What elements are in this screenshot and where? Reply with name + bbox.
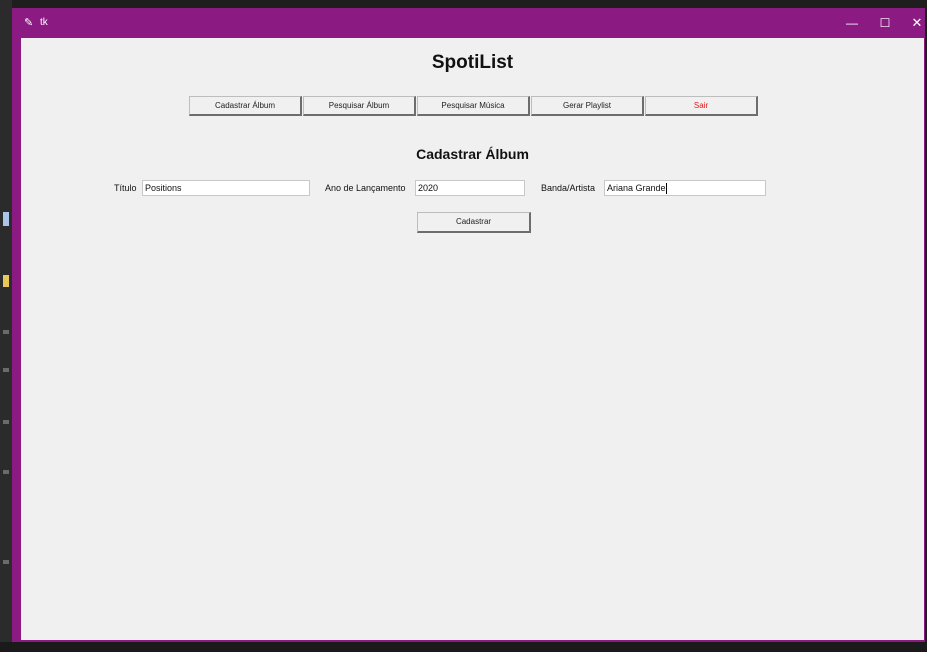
album-form-fields: Título Positions Ano de Lançamento 2020 … [21,180,924,198]
ano-lancamento-value: 2020 [418,183,439,193]
nav-pesquisar-album-button[interactable]: Pesquisar Álbum [303,96,416,116]
title-bar[interactable]: ✎ tk — ☐ ✕ [12,8,925,38]
app-window: ✎ tk — ☐ ✕ SpotiList Cadastrar Álbum Pes… [12,8,925,642]
desktop-icon [3,275,9,287]
cadastrar-button[interactable]: Cadastrar [417,212,531,233]
nav-gerar-playlist-button[interactable]: Gerar Playlist [531,96,644,116]
desktop-icon [3,560,9,564]
desktop-background-strip [0,0,12,652]
close-button[interactable]: ✕ [902,14,927,32]
titulo-label: Título [114,183,137,193]
ano-lancamento-input[interactable]: 2020 [415,180,525,196]
app-title: SpotiList [431,52,514,73]
ano-lancamento-label: Ano de Lançamento [325,183,406,193]
window-title: tk [40,17,48,28]
titulo-value: Positions [145,183,182,193]
desktop-bottom-edge [0,642,927,652]
minimize-button[interactable]: — [837,14,867,32]
nav-sair-button[interactable]: Sair [645,96,758,116]
feather-icon: ✎ [24,17,34,29]
nav-bar: Cadastrar Álbum Pesquisar Álbum Pesquisa… [189,96,759,118]
desktop-icon [3,420,9,424]
banda-artista-input[interactable]: Ariana Grande [604,180,766,196]
desktop-icon [3,368,9,372]
desktop-icon [3,330,9,334]
text-caret [665,183,667,195]
desktop-icon [3,212,9,226]
nav-cadastrar-album-button[interactable]: Cadastrar Álbum [189,96,302,116]
titulo-input[interactable]: Positions [142,180,310,196]
nav-pesquisar-musica-button[interactable]: Pesquisar Música [417,96,530,116]
desktop-icon [3,470,9,474]
banda-artista-label: Banda/Artista [541,183,596,193]
maximize-button[interactable]: ☐ [870,14,900,32]
banda-artista-value: Ariana Grande [607,183,666,193]
section-title: Cadastrar Álbum [416,146,529,162]
window-client-area: SpotiList Cadastrar Álbum Pesquisar Álbu… [21,38,924,640]
